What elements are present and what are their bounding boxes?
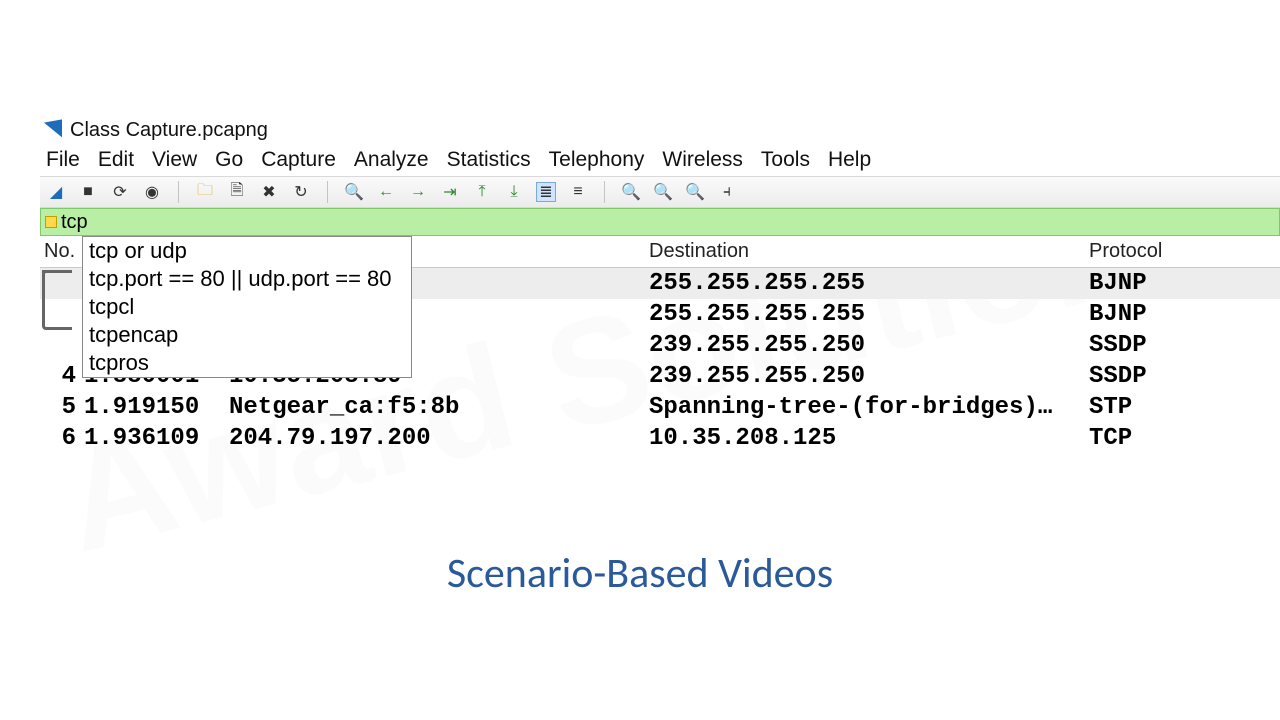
autocomplete-item[interactable]: tcpcl — [83, 293, 411, 321]
resize-columns-icon[interactable]: ⫞ — [717, 182, 737, 202]
bookmark-filter-icon[interactable] — [45, 216, 57, 228]
wireshark-fin-icon — [44, 119, 62, 140]
column-header-destination[interactable]: Destination — [649, 240, 1089, 263]
go-last-icon[interactable]: ⤓ — [504, 182, 524, 202]
toolbar: ◢ ■ ⟳ ◉ 🗀 🗎 ✖ ↻ 🔍 ← → ⇥ ⤒ ⤓ ≣ ≡ 🔍 🔍 🔍 ⫞ — [40, 176, 1280, 208]
start-capture-icon[interactable]: ◢ — [46, 182, 66, 202]
go-first-icon[interactable]: ⤒ — [472, 182, 492, 202]
menu-file[interactable]: File — [46, 148, 80, 172]
titlebar: Class Capture.pcapng — [40, 116, 1280, 144]
zoom-in-icon[interactable]: 🔍 — [621, 182, 641, 202]
filter-autocomplete-popup: tcp or udp tcp.port == 80 || udp.port ==… — [82, 236, 412, 378]
related-packets-bracket-icon — [42, 270, 72, 330]
menu-telephony[interactable]: Telephony — [549, 148, 645, 172]
menu-capture[interactable]: Capture — [261, 148, 336, 172]
menu-help[interactable]: Help — [828, 148, 871, 172]
autocomplete-item[interactable]: tcpencap — [83, 321, 411, 349]
capture-options-icon[interactable]: ◉ — [142, 182, 162, 202]
menu-edit[interactable]: Edit — [98, 148, 134, 172]
go-back-icon[interactable]: ← — [376, 182, 396, 202]
toolbar-separator — [178, 181, 179, 203]
menu-statistics[interactable]: Statistics — [447, 148, 531, 172]
menu-analyze[interactable]: Analyze — [354, 148, 429, 172]
autocomplete-item[interactable]: tcp.port == 80 || udp.port == 80 — [83, 265, 411, 293]
go-forward-icon[interactable]: → — [408, 182, 428, 202]
menu-go[interactable]: Go — [215, 148, 243, 172]
table-row[interactable]: 51.919150Netgear_ca:f5:8bSpanning-tree-(… — [40, 392, 1280, 423]
toolbar-separator — [604, 181, 605, 203]
auto-scroll-icon[interactable]: ≣ — [536, 182, 556, 202]
display-filter-input[interactable] — [61, 209, 1279, 236]
go-to-packet-icon[interactable]: ⇥ — [440, 182, 460, 202]
open-file-icon[interactable]: 🗀 — [195, 182, 215, 202]
stop-capture-icon[interactable]: ■ — [78, 182, 98, 202]
slide-caption: Scenario-Based Videos — [0, 548, 1280, 599]
close-file-icon[interactable]: ✖ — [259, 182, 279, 202]
menu-wireless[interactable]: Wireless — [662, 148, 743, 172]
window-title: Class Capture.pcapng — [70, 119, 268, 142]
zoom-out-icon[interactable]: 🔍 — [653, 182, 673, 202]
packet-list: No. Destination Protocol tcp or udp tcp.… — [40, 236, 1280, 454]
menubar: File Edit View Go Capture Analyze Statis… — [40, 144, 1280, 176]
column-header-protocol[interactable]: Protocol — [1089, 240, 1249, 263]
menu-view[interactable]: View — [152, 148, 197, 172]
table-row[interactable]: 61.936109204.79.197.20010.35.208.125TCP — [40, 423, 1280, 454]
autocomplete-item[interactable]: tcp or udp — [83, 237, 411, 265]
find-packet-icon[interactable]: 🔍 — [344, 182, 364, 202]
wireshark-window: Class Capture.pcapng File Edit View Go C… — [40, 116, 1280, 486]
colorize-icon[interactable]: ≡ — [568, 182, 588, 202]
restart-capture-icon[interactable]: ⟳ — [110, 182, 130, 202]
autocomplete-item[interactable]: tcpros — [83, 349, 411, 377]
toolbar-separator — [327, 181, 328, 203]
menu-tools[interactable]: Tools — [761, 148, 810, 172]
zoom-reset-icon[interactable]: 🔍 — [685, 182, 705, 202]
column-header-no[interactable]: No. — [40, 240, 84, 263]
reload-icon[interactable]: ↻ — [291, 182, 311, 202]
display-filter-bar — [40, 208, 1280, 236]
save-file-icon[interactable]: 🗎 — [227, 182, 247, 202]
